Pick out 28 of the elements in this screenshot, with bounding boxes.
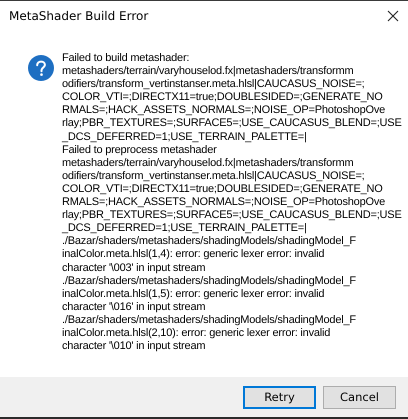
dialog-button[interactable]: Retry bbox=[243, 386, 316, 408]
message-line: ./Bazar/shaders/metashaders/shadingModels/shadingModel_F bbox=[62, 235, 357, 248]
message-line: rlay;PBR_TEXTURES=;SURFACE5=;USE_CAUCASUS_BLEND=;USE bbox=[62, 209, 402, 222]
message-line: ./Bazar/shaders/metashaders/shadingModels/shadingModel_F bbox=[62, 314, 357, 327]
message-line: character '\003' in input stream bbox=[62, 262, 206, 275]
window-title: MetaShader Build Error bbox=[9, 8, 148, 22]
message-line: Failed to preprocess metashader bbox=[62, 144, 218, 157]
message-line: inalColor.meta.hlsl(2,10): error: generic lexer error: invalid bbox=[62, 326, 332, 340]
message-line: inalColor.meta.hlsl(1,4): error: generic lexer error: invalid bbox=[62, 248, 326, 262]
dialog-button[interactable]: Cancel bbox=[323, 386, 396, 408]
message-line: rlay;PBR_TEXTURES=;SURFACE5=;USE_CAUCASUS_BLEND=;USE bbox=[62, 117, 402, 131]
message-line: COLOR_VTI=;DIRECTX11=true;DOUBLESIDED=;GENERATE_NO bbox=[62, 182, 384, 196]
message-line: character '\016' in input stream bbox=[62, 300, 206, 314]
message-line: RMALS=;HACK_ASSETS_NORMALS=;NOISE_OP=PhotoshopOve bbox=[62, 104, 386, 118]
message-line: Failed to build metashader: bbox=[62, 52, 190, 66]
message-line: RMALS=;HACK_ASSETS_NORMALS=;NOISE_OP=PhotoshopOve bbox=[62, 196, 386, 210]
question-icon bbox=[28, 55, 54, 81]
message-line: COLOR_VTI=;DIRECTX11=true;DOUBLESIDED=;GENERATE_NO bbox=[62, 91, 384, 104]
message-line: metashaders/terrain/varyhouselod.fx|metashaders/transformm bbox=[62, 156, 354, 170]
message-line: character '\010' in input stream bbox=[62, 340, 206, 354]
message-line: _DCS_DEFERRED=1;USE_TERRAIN_PALETTE=| bbox=[62, 222, 308, 236]
message-line: odifiers/transform_vertinstanser.meta.hlsl|CAUCASUS_NOISE=; bbox=[62, 170, 366, 183]
message-line: inalColor.meta.hlsl(1,5): error: generic lexer error: invalid bbox=[62, 288, 326, 301]
message-line: metashaders/terrain/varyhouselod.fx|metashaders/transformm bbox=[62, 65, 354, 78]
close-icon[interactable] bbox=[387, 10, 399, 22]
message-line: odifiers/transform_vertinstanser.meta.hlsl|CAUCASUS_NOISE=; bbox=[62, 78, 366, 92]
message-line: ./Bazar/shaders/metashaders/shadingModels/shadingModel_F bbox=[62, 274, 357, 288]
message-line: _DCS_DEFERRED=1;USE_TERRAIN_PALETTE=| bbox=[62, 130, 308, 144]
